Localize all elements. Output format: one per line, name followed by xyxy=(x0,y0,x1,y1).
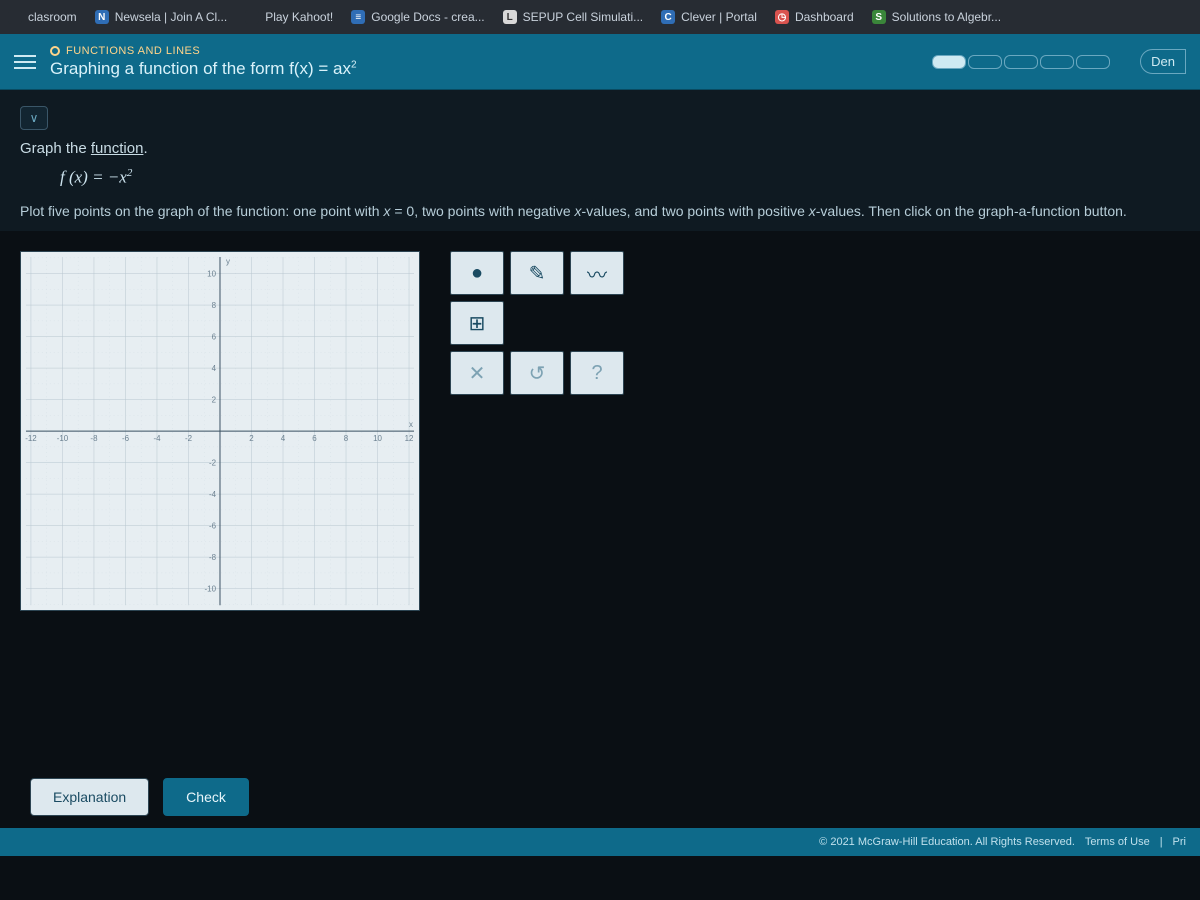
bookmark-item[interactable]: ≡ Google Docs - crea... xyxy=(351,10,484,24)
bookmark-icon: C xyxy=(661,10,675,24)
bookmark-item[interactable]: Play Kahoot! xyxy=(245,10,333,24)
bookmark-item[interactable]: clasroom xyxy=(8,10,77,24)
bookmark-label: Dashboard xyxy=(795,10,854,24)
title-sup: 2 xyxy=(351,59,357,70)
aleks-header: FUNCTIONS AND LINES Graphing a function … xyxy=(0,34,1200,90)
svg-text:-12: -12 xyxy=(25,434,37,443)
svg-text:-2: -2 xyxy=(209,459,217,468)
pencil-tool[interactable]: ✎ xyxy=(510,251,564,295)
svg-text:4: 4 xyxy=(212,364,217,373)
bookmark-item[interactable]: S Solutions to Algebr... xyxy=(872,10,1001,24)
bookmark-label: Clever | Portal xyxy=(681,10,757,24)
copyright: © 2021 McGraw-Hill Education. All Rights… xyxy=(819,836,1075,848)
instr-x2: x xyxy=(575,203,582,219)
category-label: FUNCTIONS AND LINES xyxy=(50,45,918,57)
svg-text:x: x xyxy=(409,420,413,429)
bookmark-label: SEPUP Cell Simulati... xyxy=(523,10,644,24)
bookmark-label: Google Docs - crea... xyxy=(371,10,484,24)
graph-function-tool[interactable]: ⊞ xyxy=(450,301,504,345)
svg-text:-10: -10 xyxy=(205,585,217,594)
function-link[interactable]: function xyxy=(91,140,144,157)
svg-text:2: 2 xyxy=(212,396,217,405)
svg-text:6: 6 xyxy=(312,434,317,443)
svg-text:-4: -4 xyxy=(153,434,161,443)
bookmark-icon: ◷ xyxy=(775,10,789,24)
title-pre: Graphing a function of the form f(x) = a… xyxy=(50,59,351,78)
bookmark-item[interactable]: ◷ Dashboard xyxy=(775,10,854,24)
bookmark-icon: S xyxy=(872,10,886,24)
bookmark-icon: L xyxy=(503,10,517,24)
bookmark-item[interactable]: L SEPUP Cell Simulati... xyxy=(503,10,644,24)
coordinate-grid: -12-12-10-10-8-8-6-6-4-4-2-2224466881010… xyxy=(21,252,419,610)
svg-text:y: y xyxy=(226,257,230,266)
bookmark-label: Play Kahoot! xyxy=(265,10,333,24)
menu-icon[interactable] xyxy=(14,55,36,69)
svg-text:6: 6 xyxy=(212,333,217,342)
curve-tool[interactable]: 〰 xyxy=(570,251,624,295)
instr-b: = 0, two points with negative xyxy=(390,203,574,219)
problem-panel: ∨ Graph the function. f (x) = −x2 Plot f… xyxy=(0,90,1200,231)
svg-text:12: 12 xyxy=(405,434,414,443)
progress-meter xyxy=(932,55,1110,69)
fn-pre: f (x) = −x xyxy=(60,168,127,187)
instructions: Plot five points on the graph of the fun… xyxy=(20,202,1180,222)
bookmarks-bar: clasroom N Newsela | Join A Cl... Play Kaho… xyxy=(0,0,1200,34)
bookmark-icon: N xyxy=(95,10,109,24)
footer: © 2021 McGraw-Hill Education. All Rights… xyxy=(0,828,1200,856)
bookmark-item[interactable]: C Clever | Portal xyxy=(661,10,757,24)
bookmark-icon xyxy=(8,10,22,24)
svg-text:-8: -8 xyxy=(209,553,217,562)
svg-text:4: 4 xyxy=(281,434,286,443)
work-area: -12-12-10-10-8-8-6-6-4-4-2-2224466881010… xyxy=(0,231,1200,631)
svg-text:8: 8 xyxy=(344,434,349,443)
svg-text:-4: -4 xyxy=(209,490,217,499)
instr-a: Plot five points on the graph of the fun… xyxy=(20,203,383,219)
svg-text:-2: -2 xyxy=(185,434,193,443)
bookmark-icon: ≡ xyxy=(351,10,365,24)
bottom-buttons: Explanation Check xyxy=(30,778,249,816)
point-tool[interactable]: ● xyxy=(450,251,504,295)
graph-canvas[interactable]: -12-12-10-10-8-8-6-6-4-4-2-2224466881010… xyxy=(20,251,420,611)
svg-text:-6: -6 xyxy=(209,522,217,531)
page-title: Graphing a function of the form f(x) = a… xyxy=(50,59,918,79)
function-expression: f (x) = −x2 xyxy=(60,167,1180,188)
footer-sep: | xyxy=(1160,836,1163,848)
prompt: Graph the function. xyxy=(20,140,1180,157)
svg-text:2: 2 xyxy=(249,434,254,443)
undo-tool[interactable]: ↺ xyxy=(510,351,564,395)
bookmark-label: Solutions to Algebr... xyxy=(892,10,1001,24)
bookmark-label: clasroom xyxy=(28,10,77,24)
instr-d: -values. Then click on the graph-a-funct… xyxy=(816,203,1127,219)
svg-text:-6: -6 xyxy=(122,434,130,443)
category-text: FUNCTIONS AND LINES xyxy=(66,45,200,57)
bookmark-item[interactable]: N Newsela | Join A Cl... xyxy=(95,10,228,24)
svg-text:-8: -8 xyxy=(90,434,98,443)
clear-tool[interactable]: ✕ xyxy=(450,351,504,395)
svg-text:8: 8 xyxy=(212,301,217,310)
svg-text:-10: -10 xyxy=(57,434,69,443)
prompt-pre: Graph the xyxy=(20,140,91,157)
instr-c: -values, and two points with positive xyxy=(582,203,809,219)
tool-palette: ● ✎ 〰 ⊞ ✕ ↺ ? xyxy=(450,251,624,395)
check-button[interactable]: Check xyxy=(163,778,249,816)
bookmark-icon xyxy=(245,10,259,24)
terms-link[interactable]: Terms of Use xyxy=(1085,836,1150,848)
svg-text:10: 10 xyxy=(207,270,216,279)
svg-text:10: 10 xyxy=(373,434,382,443)
den-button[interactable]: Den xyxy=(1140,49,1186,74)
privacy-link[interactable]: Pri xyxy=(1173,836,1186,848)
collapse-toggle[interactable]: ∨ xyxy=(20,106,48,130)
help-tool[interactable]: ? xyxy=(570,351,624,395)
explanation-button[interactable]: Explanation xyxy=(30,778,149,816)
ring-icon xyxy=(50,46,60,56)
fn-sup: 2 xyxy=(127,167,133,179)
header-text: FUNCTIONS AND LINES Graphing a function … xyxy=(50,45,918,79)
prompt-post: . xyxy=(143,140,147,157)
bookmark-label: Newsela | Join A Cl... xyxy=(115,10,228,24)
instr-x3: x xyxy=(809,203,816,219)
